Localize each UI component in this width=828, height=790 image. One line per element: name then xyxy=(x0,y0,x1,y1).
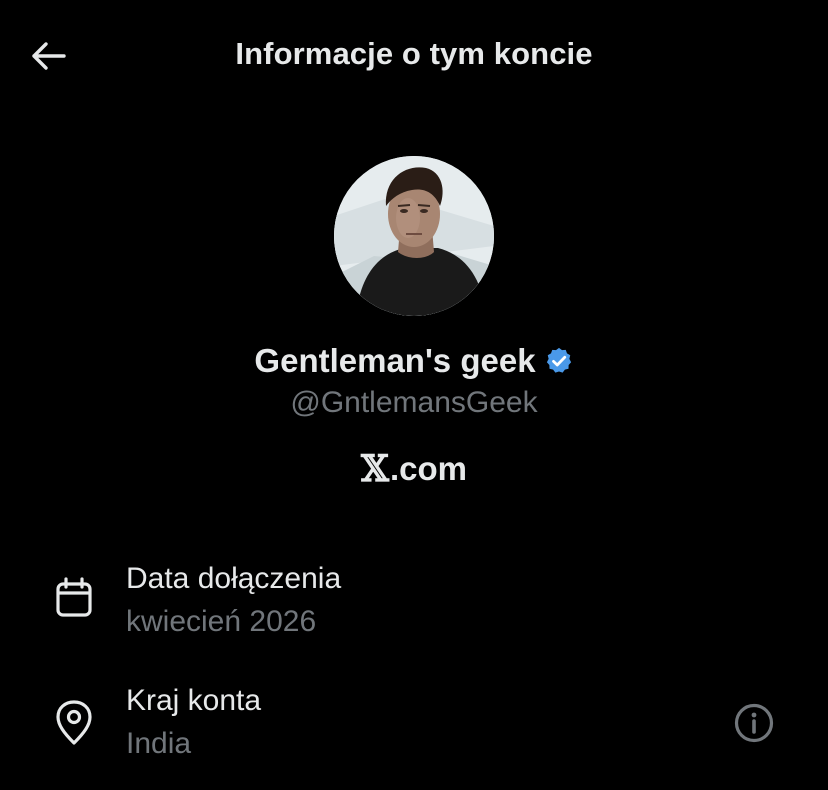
verified-badge-icon xyxy=(546,347,571,373)
top-bar: Informacje o tym koncie xyxy=(0,0,828,112)
x-logo-icon: 𝕏 xyxy=(361,448,389,490)
display-name-row: Gentleman's geek xyxy=(0,342,828,380)
avatar-image xyxy=(334,156,494,316)
account-country-value: India xyxy=(126,727,192,760)
calendar-icon xyxy=(50,574,98,622)
user-handle: @GntlemansGeek xyxy=(290,386,538,419)
site-domain: .com xyxy=(389,450,467,487)
display-name: Gentleman's geek xyxy=(254,342,536,379)
joined-date-row: Data dołączenia kwiecień 2026 xyxy=(0,556,828,646)
account-country-label: Kraj konta xyxy=(126,684,262,717)
location-pin-icon xyxy=(50,699,98,747)
info-circle-icon xyxy=(734,703,774,743)
site-link[interactable]: 𝕏 .com xyxy=(0,448,828,490)
page-title: Informacje o tym koncie xyxy=(235,36,593,71)
info-circle-button[interactable] xyxy=(730,699,778,747)
account-country-row: Kraj konta India xyxy=(0,678,828,768)
joined-date-value: kwiecień 2026 xyxy=(126,605,317,638)
avatar[interactable] xyxy=(334,156,494,316)
joined-date-label: Data dołączenia xyxy=(126,562,342,595)
